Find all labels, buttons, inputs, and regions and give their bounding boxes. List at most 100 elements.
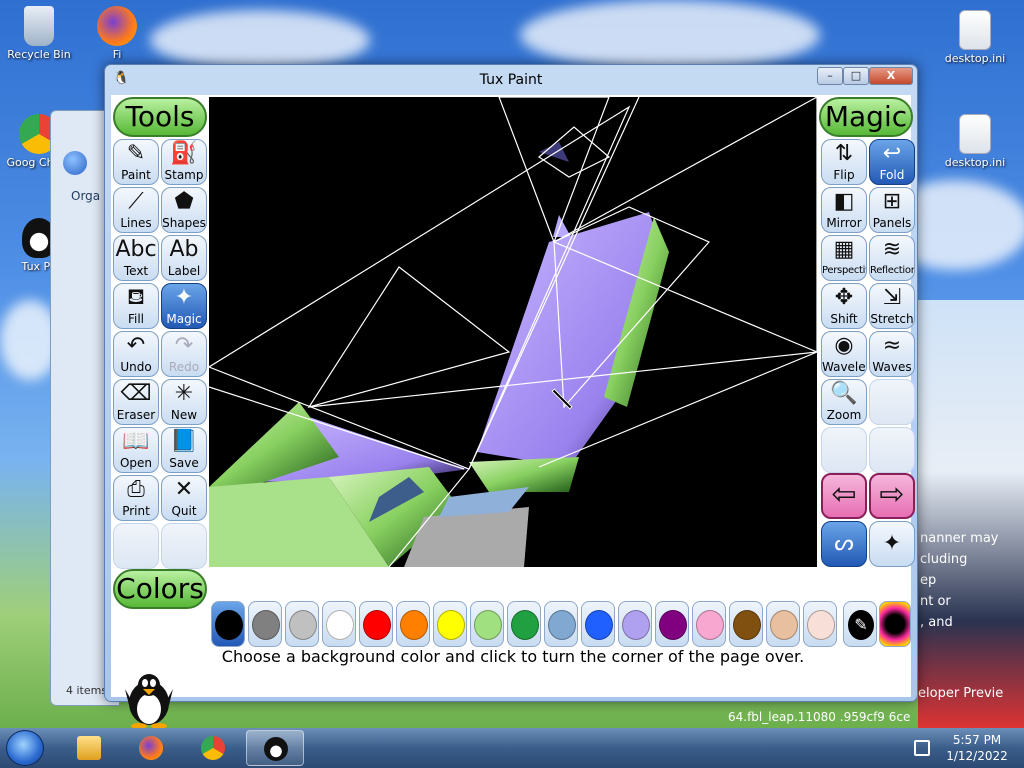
taskbar-tux-paint[interactable] [246, 730, 304, 766]
tool-button-stretch[interactable]: ⇲ Stretch [869, 283, 915, 329]
title-bar[interactable]: 🐧 Tux Paint – □ X [105, 65, 917, 95]
colors-header: Colors [113, 569, 207, 609]
tool-button-lines[interactable]: ⟋ Lines [113, 187, 159, 233]
next-page-button[interactable]: ⇨ [869, 473, 915, 519]
tool-button-stamp[interactable]: ⛽ Stamp [161, 139, 207, 185]
tool-button-wavelets[interactable]: ◉ Wavelets [821, 331, 867, 377]
mirror-icon: ◧ [833, 189, 855, 214]
clock[interactable]: 5:57 PM 1/12/2022 [940, 732, 1014, 764]
color-picker-button[interactable]: ✎ [843, 601, 877, 647]
tool-label: Perspective [822, 265, 866, 276]
tool-button-redo[interactable]: ↷ Redo [161, 331, 207, 377]
organize-menu[interactable]: Orga [71, 189, 100, 203]
color-dot [474, 610, 502, 640]
tool-button-quit[interactable]: ✕ Quit [161, 475, 207, 521]
tool-label: Shift [830, 312, 858, 326]
tool-button-mirror[interactable]: ◧ Mirror [821, 187, 867, 233]
tool-button-zoom[interactable]: 🔍 Zoom [821, 379, 867, 425]
item-count: 4 items [66, 684, 108, 697]
start-button[interactable] [6, 730, 44, 766]
taskbar-chrome[interactable] [184, 730, 242, 766]
tool-label: Eraser [116, 408, 156, 422]
tool-button-waves[interactable]: ≈ Waves [869, 331, 915, 377]
tool-button-flip[interactable]: ⇅ Flip [821, 139, 867, 185]
arrow-right-icon: ⇨ [879, 477, 905, 512]
tool-button-perspective[interactable]: ▦ Perspective [821, 235, 867, 281]
desktop-icon-firefox[interactable]: Fi [82, 6, 152, 61]
magic-fullscreen-mode-button[interactable]: ✦ [869, 521, 915, 567]
color-swatch[interactable] [544, 601, 578, 647]
color-dot [252, 610, 280, 640]
color-swatch[interactable] [248, 601, 282, 647]
color-dot [548, 610, 576, 640]
desktop-icon-recycle-bin[interactable]: Recycle Bin [4, 6, 74, 61]
fullscreen-wand-icon: ✦ [882, 531, 902, 556]
close-button[interactable]: X [869, 67, 913, 85]
pentagon-icon: ⬟ [174, 189, 194, 214]
tool-button-open[interactable]: 📖 Open [113, 427, 159, 473]
color-swatch[interactable] [729, 601, 763, 647]
wallpaper-text: 64.fbl_leap.11080 .959cf9 6ce [728, 710, 911, 724]
tool-button-panels[interactable]: ⊞ Panels [869, 187, 915, 233]
wallpaper-cloud [520, 0, 820, 70]
maximize-button[interactable]: □ [843, 67, 869, 85]
color-swatch[interactable] [507, 601, 541, 647]
color-mixer-button[interactable] [879, 601, 911, 647]
firefox-icon [97, 6, 137, 46]
tool-button-fold[interactable]: ↩ Fold [869, 139, 915, 185]
tool-label: Waves [872, 360, 912, 374]
tool-button-reflection[interactable]: ≋ Reflection [869, 235, 915, 281]
color-swatch[interactable] [692, 601, 726, 647]
taskbar-firefox[interactable] [122, 730, 180, 766]
tool-label: Redo [168, 360, 200, 374]
color-swatch[interactable] [359, 601, 393, 647]
tool-button-magic[interactable]: ✦ Magic [161, 283, 207, 329]
network-icon[interactable] [914, 740, 930, 756]
arrow-left-icon: ⇦ [831, 477, 857, 512]
color-swatch[interactable] [655, 601, 689, 647]
color-swatch[interactable] [766, 601, 800, 647]
zoom-icon: 🔍 [830, 381, 858, 406]
tool-button-shapes[interactable]: ⬟ Shapes [161, 187, 207, 233]
desktop-icon-desktop-ini[interactable]: desktop.ini [940, 114, 1010, 169]
tool-label: Stretch [870, 312, 914, 326]
drawing-canvas[interactable] [209, 97, 817, 567]
tool-button-undo[interactable]: ↶ Undo [113, 331, 159, 377]
previous-page-button[interactable]: ⇦ [821, 473, 867, 519]
tool-button-fill[interactable]: ⛾ Fill [113, 283, 159, 329]
color-swatch[interactable] [433, 601, 467, 647]
color-swatch[interactable] [285, 601, 319, 647]
tool-button-new[interactable]: ✳ New [161, 379, 207, 425]
color-swatch[interactable] [803, 601, 837, 647]
desktop-icon-desktop-ini[interactable]: desktop.ini [940, 10, 1010, 65]
tux-paint-window[interactable]: 🐧 Tux Paint – □ X Tools ✎ Paint ⛽ Stamp ⟋ Lin… [104, 64, 918, 729]
tool-button-save[interactable]: 📘 Save [161, 427, 207, 473]
save-book-icon: 📘 [170, 429, 198, 454]
tool-button-paint[interactable]: ✎ Paint [113, 139, 159, 185]
tux-icon [264, 737, 288, 761]
color-swatch[interactable] [470, 601, 504, 647]
back-button[interactable] [63, 151, 87, 175]
color-dot [326, 610, 354, 640]
tool-label: Fold [879, 168, 905, 182]
open-book-icon: 📖 [122, 429, 150, 454]
color-swatch[interactable] [618, 601, 652, 647]
taskbar: 5:57 PM 1/12/2022 [0, 728, 1024, 768]
color-dot [400, 610, 428, 640]
color-swatch[interactable] [581, 601, 615, 647]
taskbar-explorer[interactable] [60, 730, 118, 766]
color-swatch[interactable] [211, 601, 245, 647]
color-dot [770, 610, 798, 640]
chrome-icon [201, 736, 225, 760]
tux-paint-client: Tools ✎ Paint ⛽ Stamp ⟋ Lines ⬟ Shapes Abc Text Ab… [111, 95, 915, 729]
magic-paint-mode-button[interactable]: ᔕ [821, 521, 867, 567]
tool-button-print[interactable]: ⎙ Print [113, 475, 159, 521]
color-dot [511, 610, 539, 640]
tool-button-text[interactable]: Abc Text [113, 235, 159, 281]
tool-button-shift[interactable]: ✥ Shift [821, 283, 867, 329]
tool-button-label[interactable]: Ab Label [161, 235, 207, 281]
color-swatch[interactable] [322, 601, 356, 647]
tool-button-eraser[interactable]: ⌫ Eraser [113, 379, 159, 425]
minimize-button[interactable]: – [817, 67, 843, 85]
color-swatch[interactable] [396, 601, 430, 647]
